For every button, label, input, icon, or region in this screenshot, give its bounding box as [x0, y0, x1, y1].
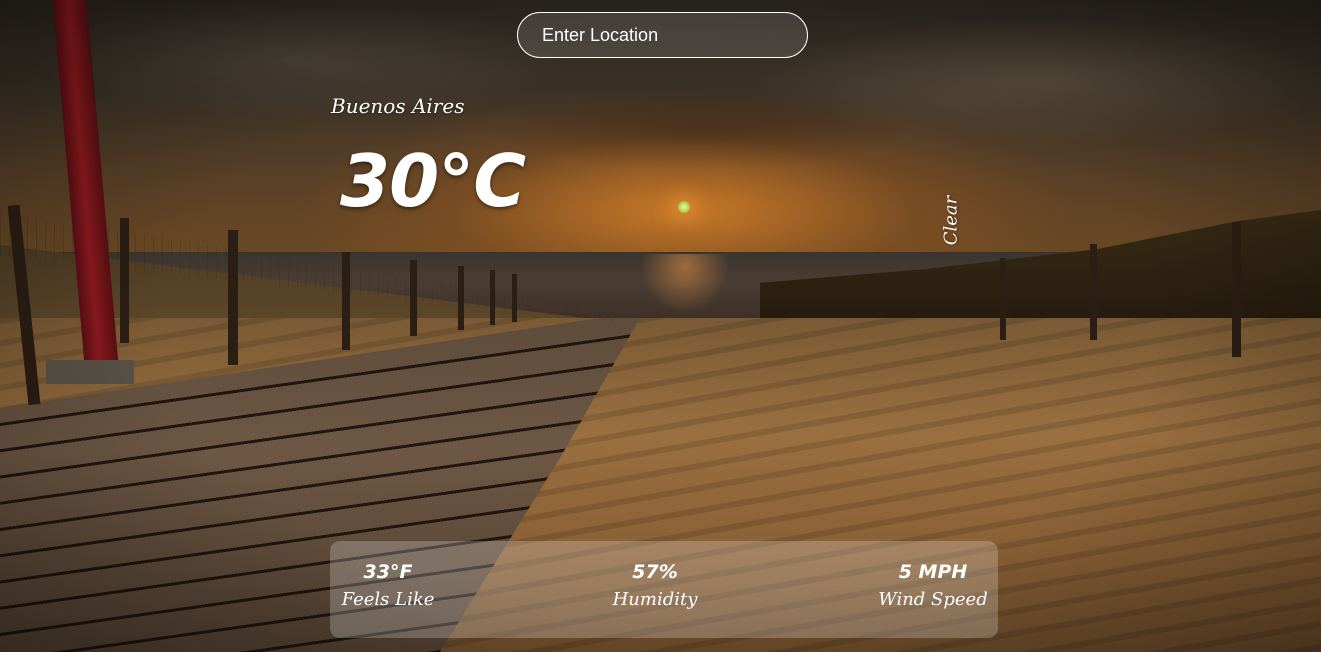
city-name: Buenos Aires [331, 94, 465, 118]
stats-panel: 33°F Feels Like 57% Humidity 5 MPH Wind … [330, 541, 998, 638]
search-input[interactable] [517, 12, 808, 58]
weather-condition: Clear [940, 195, 962, 246]
feels-like-value: 33°F [363, 561, 413, 583]
humidity-value: 57% [632, 561, 678, 583]
wind-speed-value: 5 MPH [898, 561, 968, 583]
stat-wind-speed: 5 MPH Wind Speed [863, 559, 1003, 613]
temperature: 30°C [340, 139, 526, 223]
wind-speed-label: Wind Speed [878, 589, 988, 610]
stat-humidity: 57% Humidity [585, 559, 725, 613]
humidity-label: Humidity [612, 589, 698, 610]
stat-feels-like: 33°F Feels Like [318, 559, 458, 613]
feels-like-label: Feels Like [341, 589, 435, 610]
